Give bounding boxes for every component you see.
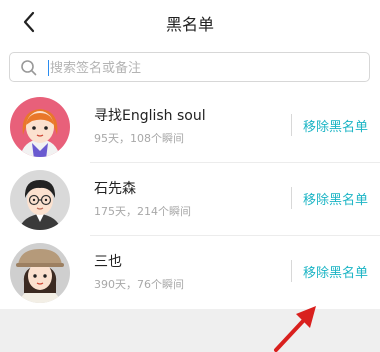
top-bar: 黑名单	[0, 0, 380, 44]
remove-from-blacklist-button[interactable]: 移除黑名单	[303, 116, 368, 135]
list-item[interactable]: 寻找English soul 95天，108个瞬间 移除黑名单	[0, 90, 380, 163]
list-item[interactable]: 石先森 175天，214个瞬间 移除黑名单	[0, 163, 380, 236]
page-title: 黑名单	[165, 15, 214, 34]
list-item[interactable]: 三也 390天，76个瞬间 移除黑名单	[0, 236, 380, 309]
annotation-arrow-icon	[274, 306, 316, 352]
search-bar	[0, 44, 380, 90]
contact-name: 石先森	[94, 181, 136, 197]
contact-name: 寻找English soul	[94, 108, 206, 124]
blacklist: 寻找English soul 95天，108个瞬间 移除黑名单 石先森 175天	[0, 90, 380, 309]
remove-from-blacklist-button[interactable]: 移除黑名单	[303, 189, 368, 208]
search-icon	[21, 60, 37, 76]
divider	[291, 260, 292, 282]
avatar[interactable]	[10, 170, 70, 230]
avatar[interactable]	[10, 243, 70, 303]
contact-stats: 390天，76个瞬间	[94, 278, 184, 291]
search-input[interactable]	[50, 58, 350, 78]
search-box[interactable]	[9, 52, 370, 82]
divider	[291, 114, 292, 136]
avatar[interactable]	[10, 97, 70, 157]
text-caret	[48, 60, 49, 76]
remove-from-blacklist-button[interactable]: 移除黑名单	[303, 262, 368, 281]
contact-stats: 175天，214个瞬间	[94, 205, 191, 218]
contact-name: 三也	[94, 254, 122, 270]
divider	[291, 187, 292, 209]
contact-stats: 95天，108个瞬间	[94, 132, 184, 145]
